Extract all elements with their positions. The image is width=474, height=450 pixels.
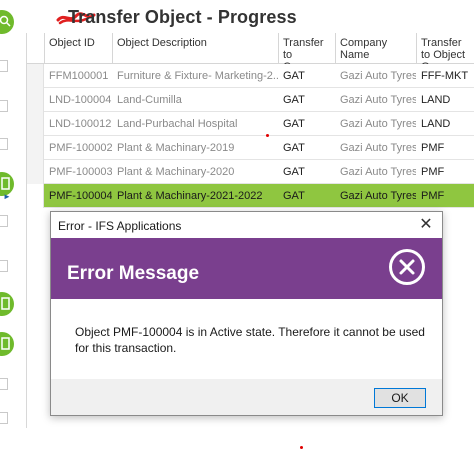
cell-transfer-to-company[interactable]: GAT <box>278 184 335 208</box>
cell-object-description[interactable]: Land-Purbachal Hospital <box>112 112 278 136</box>
error-x-icon <box>389 249 425 285</box>
cell-transfer-to-company[interactable]: GAT <box>278 112 335 136</box>
table-row-selected[interactable]: ► PMF-100004 Plant & Machinary-2021-2022… <box>3 184 474 208</box>
row-gutter[interactable] <box>27 184 44 208</box>
cell-company-name[interactable]: Gazi Auto Tyres <box>335 64 416 88</box>
cell-object-description[interactable]: Land-Cumilla <box>112 88 278 112</box>
cell-transfer-to-object-group[interactable]: PMF <box>416 184 474 208</box>
table-row[interactable]: LND-100012 Land-Purbachal Hospital GAT G… <box>27 112 474 136</box>
cell-transfer-to-object-group[interactable]: FFF-MKT <box>416 64 474 88</box>
cell-company-name[interactable]: Gazi Auto Tyres <box>335 88 416 112</box>
column-header-transfer-to-company[interactable]: Transfer to Company <box>278 33 335 64</box>
dialog-message: Object PMF-100004 is in Active state. Th… <box>75 325 425 355</box>
cell-transfer-to-object-group[interactable]: PMF <box>416 160 474 184</box>
cell-company-name[interactable]: Gazi Auto Tyres <box>335 112 416 136</box>
table-row[interactable]: FFM100001 Furniture & Fixture- Marketing… <box>27 64 474 88</box>
ok-button[interactable]: OK <box>374 388 426 408</box>
row-gutter[interactable] <box>27 136 44 160</box>
dialog-titlebar[interactable]: Error - IFS Applications ✕ <box>51 212 442 238</box>
dialog-banner: Error Message <box>51 238 442 299</box>
column-header-object-description[interactable]: Object Description <box>112 33 278 64</box>
rail-page-icon[interactable] <box>0 378 8 390</box>
rail-page-icon[interactable] <box>0 412 8 424</box>
table-row[interactable]: PMF-100003 Plant & Machinary-2020 GAT Ga… <box>27 160 474 184</box>
row-pointer-icon: ► <box>3 192 11 201</box>
cell-transfer-to-company[interactable]: GAT <box>278 88 335 112</box>
column-header-object-id[interactable]: Object ID <box>44 33 112 64</box>
error-dialog: Error - IFS Applications ✕ Error Message… <box>50 211 443 416</box>
cell-company-name[interactable]: Gazi Auto Tyres <box>335 136 416 160</box>
rail-page-icon[interactable] <box>0 215 8 227</box>
column-header-company-name[interactable]: Company Name <box>335 33 416 64</box>
dialog-footer: OK <box>51 379 442 415</box>
cell-object-id[interactable]: PMF-100002 <box>44 136 112 160</box>
rail-document-icon[interactable] <box>0 292 14 316</box>
dialog-title: Error - IFS Applications <box>58 219 182 233</box>
rail-document-icon[interactable] <box>0 332 14 356</box>
annotation-dot <box>300 446 303 449</box>
cell-transfer-to-object-group[interactable]: PMF <box>416 136 474 160</box>
cell-object-description[interactable]: Furniture & Fixture- Marketing-2... <box>112 64 278 88</box>
table-row[interactable]: PMF-100002 Plant & Machinary-2019 GAT Ga… <box>27 136 474 160</box>
row-gutter[interactable] <box>27 64 44 88</box>
cell-transfer-to-company[interactable]: GAT <box>278 136 335 160</box>
rail-page-icon[interactable] <box>0 100 8 112</box>
row-gutter[interactable] <box>27 88 44 112</box>
cell-company-name[interactable]: Gazi Auto Tyres <box>335 160 416 184</box>
rail-page-icon[interactable] <box>0 138 8 150</box>
search-icon[interactable] <box>0 10 14 34</box>
cell-object-id[interactable]: PMF-100003 <box>44 160 112 184</box>
title-bar: Transfer Object - Progress <box>26 3 474 31</box>
cell-object-description[interactable]: Plant & Machinary-2021-2022 <box>112 184 278 208</box>
cell-object-id[interactable]: LND-100004 <box>44 88 112 112</box>
row-gutter[interactable] <box>27 112 44 136</box>
rail-page-icon[interactable] <box>0 60 8 72</box>
cell-transfer-to-object-group[interactable]: LAND <box>416 88 474 112</box>
cell-object-description[interactable]: Plant & Machinary-2019 <box>112 136 278 160</box>
page-title: Transfer Object - Progress <box>68 7 297 27</box>
cell-object-description[interactable]: Plant & Machinary-2020 <box>112 160 278 184</box>
dialog-heading: Error Message <box>67 263 200 284</box>
cell-transfer-to-company[interactable]: GAT <box>278 160 335 184</box>
cell-object-id[interactable]: FFM100001 <box>44 64 112 88</box>
close-icon[interactable]: ✕ <box>416 215 436 235</box>
dialog-body: Object PMF-100004 is in Active state. Th… <box>51 299 442 379</box>
row-gutter[interactable] <box>27 160 44 184</box>
table-row[interactable]: LND-100004 Land-Cumilla GAT Gazi Auto Ty… <box>27 88 474 112</box>
cell-object-id[interactable]: LND-100012 <box>44 112 112 136</box>
annotation-dot <box>266 134 269 137</box>
column-header-transfer-to-object-group[interactable]: Transfer to Object Grou <box>416 33 474 64</box>
cell-company-name[interactable]: Gazi Auto Tyres <box>335 184 416 208</box>
cell-transfer-to-company[interactable]: GAT <box>278 64 335 88</box>
left-rail <box>0 0 16 450</box>
cell-object-id[interactable]: PMF-100004 <box>44 184 112 208</box>
rail-page-icon[interactable] <box>0 260 8 272</box>
grid-header: Object ID Object Description Transfer to… <box>27 33 474 64</box>
cell-transfer-to-object-group[interactable]: LAND <box>416 112 474 136</box>
